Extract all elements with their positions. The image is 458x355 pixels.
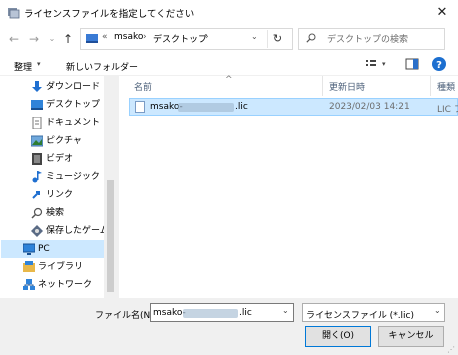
link-icon [31, 189, 43, 201]
nav-item-libraries[interactable]: ライブラリ [20, 258, 104, 276]
network-icon [23, 279, 35, 290]
file-type-chevron-down-icon[interactable]: ⌄ [434, 306, 441, 315]
organize-dropdown-icon[interactable]: ▾ [37, 60, 41, 68]
file-icon [135, 101, 145, 113]
nav-item-pc[interactable]: PC [20, 240, 104, 258]
close-icon[interactable]: ✕ [431, 3, 453, 23]
redacted-text [178, 103, 234, 112]
pictures-icon [31, 135, 43, 147]
address-segment-desktop[interactable]: デスクトップ [153, 32, 207, 45]
back-arrow-icon[interactable]: ← [6, 30, 22, 48]
download-icon [32, 81, 42, 92]
column-header-name[interactable]: 名前 [134, 80, 152, 93]
video-icon [32, 153, 42, 165]
column-separator[interactable] [322, 76, 323, 96]
view-dropdown-icon[interactable]: ▾ [382, 60, 386, 68]
recent-locations-chevron-icon[interactable]: ⌄ [44, 30, 60, 48]
games-icon [31, 225, 43, 237]
nav-item-label: リンク [46, 190, 74, 200]
window-title: ライセンスファイルを指定してください [24, 9, 195, 20]
music-icon [32, 171, 42, 183]
nav-item-desktop[interactable]: デスクトップ [28, 96, 104, 114]
scrollbar-thumb[interactable] [107, 180, 114, 292]
new-folder-button[interactable]: 新しいフォルダー [66, 60, 138, 73]
file-type-value: ライセンスファイル (*.lic) [306, 311, 415, 321]
nav-item-label: ライブラリ [38, 262, 84, 272]
redacted-text [183, 309, 238, 318]
filename-value-suffix: .lic [239, 308, 252, 318]
column-separator[interactable] [430, 76, 431, 96]
pc-icon [23, 243, 35, 255]
open-button[interactable]: 開く(O) [305, 326, 371, 347]
nav-item-label: ビデオ [46, 154, 74, 164]
nav-item-label: ダウンロード [46, 82, 101, 92]
resize-grip-icon[interactable]: ⋰ [447, 345, 455, 354]
nav-item-label: ドキュメント [46, 118, 101, 128]
nav-item-documents[interactable]: ドキュメント [28, 114, 104, 132]
nav-item-label: 保存したゲーム [46, 226, 109, 236]
file-type: LIC フ [437, 105, 458, 115]
view-options-icon[interactable] [365, 58, 379, 70]
forward-arrow-icon[interactable]: → [26, 30, 42, 48]
nav-item-label: ピクチャ [46, 136, 82, 146]
nav-item-network[interactable]: ネットワーク [20, 276, 104, 294]
column-header-type[interactable]: 種類 [437, 80, 455, 93]
nav-item-label: 検索 [46, 208, 65, 218]
file-name-suffix: .lic [235, 102, 248, 112]
column-header-modified[interactable]: 更新日時 [329, 80, 365, 93]
filename-dropdown-chevron-icon[interactable]: ⌄ [282, 306, 289, 315]
file-modified: 2023/02/03 14:21 [329, 102, 410, 112]
document-icon [32, 117, 42, 129]
desktop-icon [31, 100, 43, 110]
nav-item-links[interactable]: リンク [28, 186, 104, 204]
search-icon [306, 33, 316, 43]
organize-button[interactable]: 整理 [14, 60, 32, 73]
nav-item-label: ネットワーク [38, 280, 93, 290]
app-icon [8, 8, 20, 19]
address-dropdown-chevron-icon[interactable]: ⌄ [251, 32, 258, 41]
nav-item-saved-games[interactable]: 保存したゲーム [28, 222, 109, 240]
nav-item-pictures[interactable]: ピクチャ [28, 132, 104, 150]
cancel-button[interactable]: キャンセル [378, 326, 444, 347]
nav-item-downloads[interactable]: ダウンロード [28, 78, 104, 96]
nav-item-videos[interactable]: ビデオ [28, 150, 104, 168]
address-separator-icon[interactable]: › [143, 32, 147, 42]
address-overflow-icon[interactable]: « [102, 32, 108, 42]
preview-pane-icon[interactable] [405, 58, 419, 70]
filename-value-prefix: msako- [153, 308, 186, 318]
nav-item-searches[interactable]: 検索 [28, 204, 104, 222]
nav-item-label: デスクトップ [46, 100, 101, 110]
svg-text:?: ? [436, 60, 442, 71]
nav-item-label: PC [38, 244, 50, 254]
help-icon[interactable]: ? [432, 57, 446, 71]
address-segment-user[interactable]: msako [114, 32, 143, 42]
address-separator-icon[interactable]: › [205, 32, 209, 42]
filename-label: ファイル名(N): [95, 311, 157, 321]
refresh-icon[interactable]: ↻ [267, 30, 287, 48]
sort-up-icon: ^ [225, 75, 233, 85]
search-icon [31, 207, 43, 219]
library-icon [23, 261, 35, 272]
computer-icon [86, 34, 98, 43]
search-placeholder: デスクトップの検索 [327, 35, 409, 45]
nav-item-music[interactable]: ミュージック [28, 168, 104, 186]
up-arrow-icon[interactable]: ↑ [60, 30, 76, 48]
nav-item-label: ミュージック [46, 172, 100, 182]
